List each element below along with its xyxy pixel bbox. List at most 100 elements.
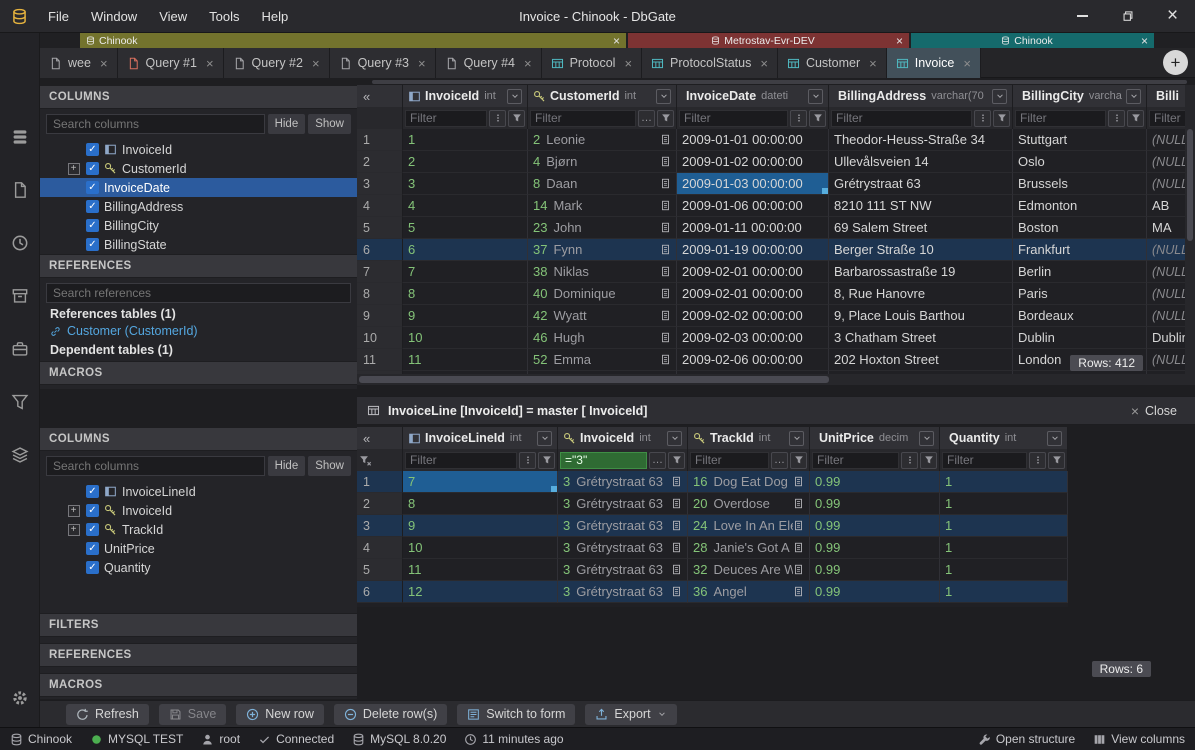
- filter-input-customerid[interactable]: [530, 110, 636, 127]
- row-header-5[interactable]: 5: [357, 559, 403, 581]
- scrollbar-thumb[interactable]: [359, 376, 829, 383]
- tab-query-4[interactable]: Query #4×: [436, 48, 542, 78]
- row-header-8[interactable]: 8: [357, 283, 403, 305]
- cell-customerid-row-11[interactable]: 52Emma: [528, 349, 677, 371]
- column-dropdown-button[interactable]: [919, 431, 934, 446]
- cell-trackid-row-4[interactable]: 28Janie's Got A Gun: [688, 537, 810, 559]
- references-section-header[interactable]: REFERENCES: [40, 643, 357, 667]
- filter-input-invoiceid[interactable]: [405, 110, 487, 127]
- columns-section-header[interactable]: COLUMNS: [40, 427, 357, 451]
- sidebar-settings-icon[interactable]: [11, 689, 31, 709]
- cell-customerid-row-4[interactable]: 14Mark: [528, 195, 677, 217]
- column-header-trackid[interactable]: TrackIdint: [688, 427, 810, 449]
- cell-billingaddress-row-8[interactable]: 8, Rue Hanovre: [829, 283, 1013, 305]
- column-item-invoicelineid[interactable]: ✓InvoiceLineId: [40, 482, 357, 501]
- cell-customerid-row-5[interactable]: 23John: [528, 217, 677, 239]
- close-tab-icon[interactable]: ×: [100, 56, 108, 71]
- filters-section-header[interactable]: FILTERS: [40, 613, 357, 637]
- cell-invoiceid-row-3[interactable]: 3Grétrystraat 63: [558, 515, 688, 537]
- filter-menu-icon[interactable]: [1108, 110, 1125, 127]
- filter-funnel-icon[interactable]: [538, 452, 555, 469]
- cell-customerid-row-2[interactable]: 4Bjørn: [528, 151, 677, 173]
- connection-chinook[interactable]: Chinook×: [911, 33, 1154, 48]
- cell-quantity-row-4[interactable]: 1: [940, 537, 1068, 559]
- cell-invoicelineid-row-4[interactable]: 10: [403, 537, 558, 559]
- refresh-button[interactable]: Refresh: [66, 704, 149, 725]
- tab-wee[interactable]: wee×: [40, 48, 118, 78]
- cell-invoiceid-row-5[interactable]: 5: [403, 217, 528, 239]
- column-item-invoicedate[interactable]: ✓InvoiceDate: [40, 178, 357, 197]
- cell-billingaddress-row-7[interactable]: Barbarossastraße 19: [829, 261, 1013, 283]
- reference-link-customer[interactable]: Customer (CustomerId): [40, 322, 357, 339]
- close-connection-icon[interactable]: ×: [1141, 35, 1148, 47]
- cell-billingaddress-row-2[interactable]: Ullevålsveien 14: [829, 151, 1013, 173]
- cell-customerid-row-9[interactable]: 42Wyatt: [528, 305, 677, 327]
- cell-unitprice-row-5[interactable]: 0.99: [810, 559, 940, 581]
- cell-invoiceid-row-1[interactable]: 1: [403, 129, 528, 151]
- filter-funnel-icon[interactable]: [1127, 110, 1144, 127]
- filter-picker-icon[interactable]: …: [771, 452, 788, 469]
- cell-billingaddress-row-9[interactable]: 9, Place Louis Barthou: [829, 305, 1013, 327]
- connection-metrostav-evr-dev[interactable]: Metrostav-Evr-DEV×: [628, 33, 909, 48]
- cell-billingcity-row-4[interactable]: Edmonton: [1013, 195, 1147, 217]
- row-header-9[interactable]: 9: [357, 305, 403, 327]
- cell-billingaddress-row-10[interactable]: 3 Chatham Street: [829, 327, 1013, 349]
- column-dropdown-button[interactable]: [507, 89, 522, 104]
- close-tab-icon[interactable]: ×: [963, 56, 971, 71]
- close-window-button[interactable]: ×: [1150, 0, 1195, 33]
- filter-menu-icon[interactable]: [1029, 452, 1046, 469]
- cell-billingaddress-row-5[interactable]: 69 Salem Street: [829, 217, 1013, 239]
- filter-input-invoicelineid[interactable]: [405, 452, 517, 469]
- restore-button[interactable]: [1105, 0, 1150, 33]
- cell-invoiceid-row-3[interactable]: 3: [403, 173, 528, 195]
- close-tab-icon[interactable]: ×: [206, 56, 214, 71]
- cell-billingaddress-row-6[interactable]: Berger Straße 10: [829, 239, 1013, 261]
- cell-invoicedate-row-7[interactable]: 2009-02-01 00:00:00: [677, 261, 829, 283]
- close-tab-icon[interactable]: ×: [312, 56, 320, 71]
- column-dropdown-button[interactable]: [1126, 89, 1141, 104]
- cell-invoiceid-row-5[interactable]: 3Grétrystraat 63: [558, 559, 688, 581]
- cell-unitprice-row-4[interactable]: 0.99: [810, 537, 940, 559]
- column-header-invoicedate[interactable]: InvoiceDatedateti: [677, 85, 829, 107]
- cell-invoiceid-row-10[interactable]: 10: [403, 327, 528, 349]
- filter-menu-icon[interactable]: [519, 452, 536, 469]
- column-header-customerid[interactable]: CustomerIdint: [528, 85, 677, 107]
- filter-menu-icon[interactable]: [901, 452, 918, 469]
- export-button[interactable]: Export: [585, 704, 676, 725]
- column-dropdown-button[interactable]: [808, 89, 823, 104]
- filter-funnel-icon[interactable]: [993, 110, 1010, 127]
- row-header-2[interactable]: 2: [357, 493, 403, 515]
- column-item-invoiceid[interactable]: ✓InvoiceId: [40, 140, 357, 159]
- sidebar-history-icon[interactable]: [11, 234, 31, 254]
- checkbox-icon[interactable]: ✓: [86, 504, 99, 517]
- status-11-minutes-ago[interactable]: 11 minutes ago: [464, 732, 563, 746]
- column-item-unitprice[interactable]: ✓UnitPrice: [40, 539, 357, 558]
- cell-billingcity-row-9[interactable]: Bordeaux: [1013, 305, 1147, 327]
- status-open-structure[interactable]: Open structure: [978, 732, 1075, 746]
- search-references-input[interactable]: [46, 283, 351, 303]
- delete-row-s-button[interactable]: Delete row(s): [334, 704, 447, 725]
- close-tab-icon[interactable]: ×: [418, 56, 426, 71]
- cell-invoicelineid-row-3[interactable]: 9: [403, 515, 558, 537]
- cell-invoiceid-row-7[interactable]: 7: [403, 261, 528, 283]
- status-mysql-test[interactable]: MYSQL TEST: [90, 732, 183, 746]
- checkbox-icon[interactable]: ✓: [86, 143, 99, 156]
- row-header-5[interactable]: 5: [357, 217, 403, 239]
- menu-tools[interactable]: Tools: [198, 4, 250, 29]
- collapse-columns-button[interactable]: «: [357, 85, 403, 107]
- menu-view[interactable]: View: [148, 4, 198, 29]
- column-item-billingcity[interactable]: ✓BillingCity: [40, 216, 357, 235]
- filter-input-invoiceid[interactable]: [560, 452, 647, 469]
- cell-trackid-row-3[interactable]: 24Love In An Elevator: [688, 515, 810, 537]
- tab-protocol[interactable]: Protocol×: [542, 48, 642, 78]
- tab-customer[interactable]: Customer×: [778, 48, 887, 78]
- cell-customerid-row-3[interactable]: 8Daan: [528, 173, 677, 195]
- cell-billingcity-row-3[interactable]: Brussels: [1013, 173, 1147, 195]
- status-view-columns[interactable]: View columns: [1093, 732, 1185, 746]
- new-tab-button[interactable]: +: [1163, 50, 1188, 75]
- cell-unitprice-row-1[interactable]: 0.99: [810, 471, 940, 493]
- cell-billingaddress-row-4[interactable]: 8210 111 ST NW: [829, 195, 1013, 217]
- cell-invoicedate-row-10[interactable]: 2009-02-03 00:00:00: [677, 327, 829, 349]
- row-header-3[interactable]: 3: [357, 173, 403, 195]
- cell-invoiceid-row-4[interactable]: 4: [403, 195, 528, 217]
